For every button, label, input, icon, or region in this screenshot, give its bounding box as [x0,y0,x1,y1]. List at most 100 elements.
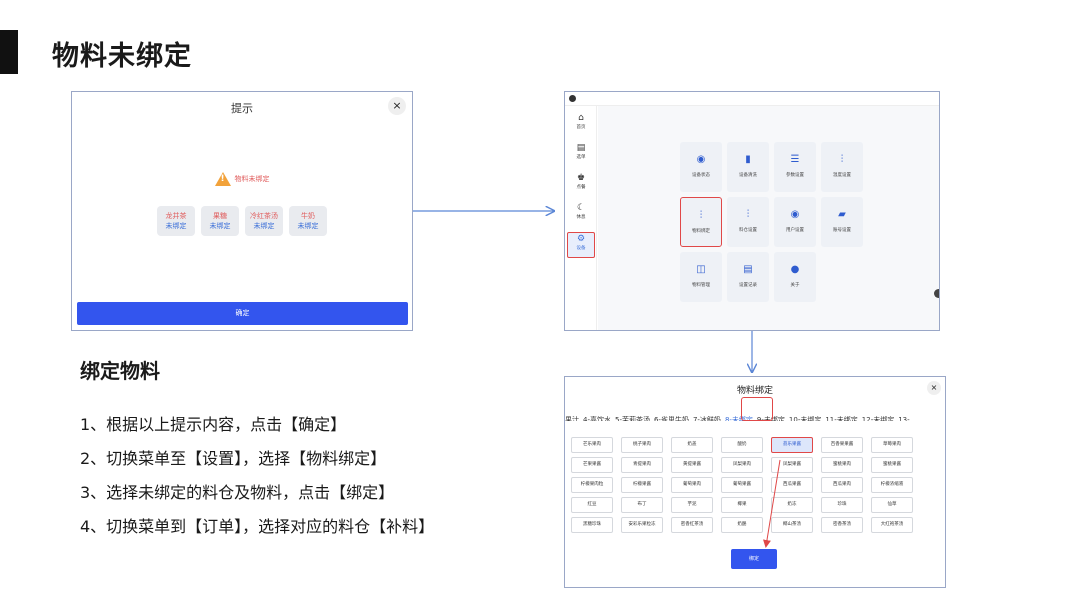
user-icon: ◉ [790,209,800,220]
box-icon: ◫ [696,264,706,275]
tile-label: 参数设置 [786,173,804,178]
settings-tile[interactable]: ◉ 设备状态 [680,142,722,192]
material-cell[interactable]: 桃子果肉 [621,437,663,453]
material-cell[interactable]: 草莓果肉 [871,437,913,453]
settings-tile[interactable]: ▰ 账号设置 [821,197,863,247]
unbound-material-chip: 果糖 未绑定 [201,206,239,236]
material-name: 牛奶 [301,212,315,220]
warning-row: 物料未绑定 [72,172,412,186]
material-cell[interactable]: 椰果 [721,497,763,513]
unbound-material-chip: 龙井茶 未绑定 [157,206,195,236]
material-cell[interactable]: 椰山茶汤 [771,517,813,533]
tile-label: 关于 [790,283,800,288]
prompt-dialog-screenshot: 提示 × 物料未绑定 龙井茶 未绑定 果糖 未绑定 冷红茶汤 未绑定 牛奶 未绑… [71,91,413,331]
material-status: 未绑定 [165,222,187,230]
material-cell[interactable]: 青提果肉 [621,457,663,473]
bin-tab[interactable]: 11-未绑定 [825,414,857,421]
material-cell[interactable]: 蜜桃果肉 [821,457,863,473]
bin-tab[interactable]: 果汁 [565,414,579,421]
close-icon[interactable]: × [388,97,406,115]
tile-label: 设备清洗 [739,173,757,178]
tile-label: 设置记录 [739,283,757,288]
bin-tab[interactable]: 5-茉莉茶汤 [615,414,650,421]
material-cell[interactable]: 奶酪 [721,517,763,533]
material-cell[interactable]: 西瓜果肉 [821,477,863,493]
sidebar-item-label: 设备 [576,246,586,251]
bin-tab[interactable]: 6-雀巢牛奶 [654,414,689,421]
sidebar-item-label: 点餐 [576,185,586,190]
bin-tab[interactable]: 7-冰鲜奶 [693,414,721,421]
settings-tile[interactable]: ☰ 参数设置 [774,142,816,192]
settings-tile[interactable]: ● 关于 [774,252,816,302]
bin-tab[interactable]: 10-未绑定 [789,414,821,421]
material-cell[interactable]: 黑糖珍珠 [571,517,613,533]
sidebar-item-settings[interactable]: ⚙ 设备 [567,232,595,258]
settings-tile[interactable]: ◉ 用户设置 [774,197,816,247]
tile-label: 温度设置 [833,173,851,178]
document-icon: ▤ [576,143,586,153]
sidebar-item-home[interactable]: ⌂ 首页 [567,112,595,138]
settings-tile[interactable]: ◫ 物料管理 [680,252,722,302]
material-cell[interactable]: 葡萄果肉 [671,477,713,493]
bind-button[interactable]: 绑定 [731,549,777,569]
bin-tab[interactable]: 12-未绑定 [862,414,894,421]
material-cell[interactable]: 凤梨果酱 [771,457,813,473]
settings-tile[interactable]: ▤ 设置记录 [727,252,769,302]
material-cell[interactable]: 奶冻 [771,497,813,513]
material-cell[interactable]: 密香红茶汤 [671,517,713,533]
settings-grid: ◉ 设备状态 ▮ 设备清洗 ☰ 参数设置 ⫶ 温度设置 ⫶ 物料绑定 ⫶ 料仓设置 ◉ 用户设… [598,106,939,330]
material-cell[interactable]: 大红袍茶汤 [871,517,913,533]
material-cell[interactable]: 酸奶 [721,437,763,453]
material-cell[interactable]: 西瓜果酱 [771,477,813,493]
material-cell[interactable]: 凤梨果肉 [721,457,763,473]
material-cell[interactable]: 芒果果酱 [571,457,613,473]
material-cell[interactable]: 柠檬浓缩液 [871,477,913,493]
unbound-material-chip: 牛奶 未绑定 [289,206,327,236]
record-icon: ▤ [743,264,753,275]
warning-text: 物料未绑定 [234,175,270,183]
account-icon: ▰ [838,209,846,220]
floating-button-icon[interactable] [934,289,939,298]
settings-tile[interactable]: ⫶ 料仓设置 [727,197,769,247]
material-cell[interactable]: 柠檬果肉粒 [571,477,613,493]
material-cell[interactable]: 布丁 [621,497,663,513]
material-cell[interactable]: 柠檬果酱 [621,477,663,493]
material-name: 果糖 [213,212,227,220]
close-icon[interactable]: × [927,381,941,395]
sidebar-item-menu[interactable]: ▤ 选单 [567,142,595,168]
app-topbar [565,92,939,106]
material-cell[interactable]: 蜜桃果酱 [871,457,913,473]
page-title: 物料未绑定 [52,41,192,72]
step-item: 1、根据以上提示内容，点击【确定】 [80,415,347,434]
material-cell[interactable]: 葡萄果酱 [721,477,763,493]
material-cell[interactable]: 仙草 [871,497,913,513]
material-cell[interactable]: 芋泥 [671,497,713,513]
info-icon: ● [790,264,800,275]
sidebar-item-order[interactable]: ♚ 点餐 [567,172,595,198]
unbound-material-list: 龙井茶 未绑定 果糖 未绑定 冷红茶汤 未绑定 牛奶 未绑定 [72,206,412,236]
tile-label: 料仓设置 [739,228,757,233]
material-cell[interactable]: 芒乐果肉 [571,437,613,453]
material-cell[interactable]: 百香果果酱 [821,437,863,453]
bin-tab[interactable]: 13- [898,414,909,421]
settings-tile[interactable]: ▮ 设备清洗 [727,142,769,192]
sidebar-item-rest[interactable]: ☾ 休息 [567,202,595,228]
moon-icon: ☾ [576,203,586,213]
tile-label: 物料绑定 [692,229,710,234]
confirm-button[interactable]: 确定 [77,302,408,325]
home-icon: ⌂ [578,113,584,123]
material-cell[interactable]: 黄提果酱 [671,457,713,473]
material-cell[interactable]: 红豆 [571,497,613,513]
material-status: 未绑定 [297,222,319,230]
material-cell[interactable]: 奶盖 [671,437,713,453]
material-cell-selected[interactable]: 荔乐果酱 [771,437,813,453]
material-cell[interactable]: 安彩乐果粒冻 [621,517,663,533]
settings-tile[interactable]: ⫶ 温度设置 [821,142,863,192]
material-cell[interactable]: 珍珠 [821,497,863,513]
list-icon: ☰ [790,154,800,165]
sidebar-item-label: 首页 [576,125,586,130]
tile-material-binding[interactable]: ⫶ 物料绑定 [680,197,722,247]
material-cell[interactable]: 密香茶汤 [821,517,863,533]
material-name: 冷红茶汤 [250,212,278,220]
bin-tab[interactable]: 4-喜饮水 [583,414,611,421]
